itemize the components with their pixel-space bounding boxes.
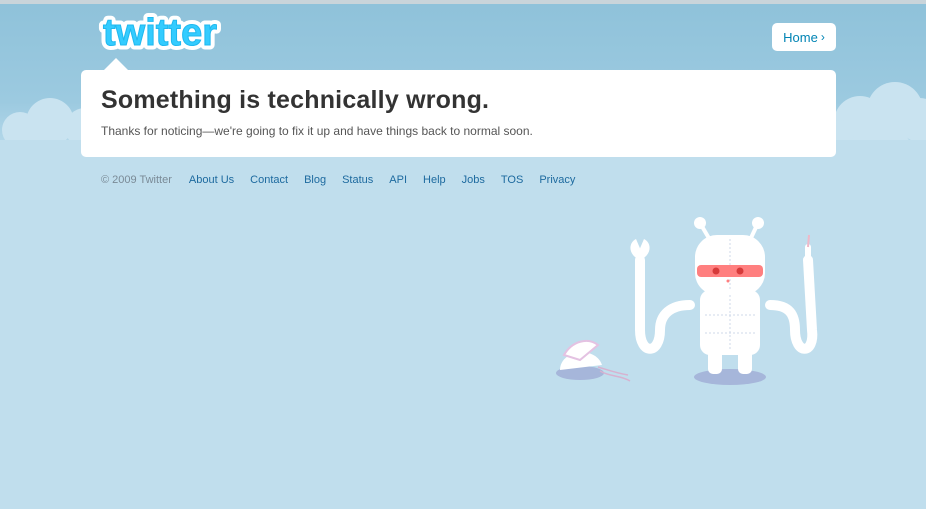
twitter-logo[interactable]: twitter twitter [80,12,240,56]
home-button[interactable]: Home › [772,23,836,51]
copyright: © 2009 Twitter [101,174,172,186]
footer-link-help[interactable]: Help [423,174,446,186]
footer-link-blog[interactable]: Blog [304,174,326,186]
svg-text:twitter: twitter [103,12,217,54]
home-button-label: Home [783,29,818,45]
footer-link-contact[interactable]: Contact [250,174,288,186]
error-message: Thanks for noticing—we're going to fix i… [101,124,533,138]
footer-link-about-us[interactable]: About Us [189,174,234,186]
footer-link-jobs[interactable]: Jobs [462,174,485,186]
footer-link-api[interactable]: API [389,174,407,186]
error-title: Something is technically wrong. [101,86,490,114]
footer-link-status[interactable]: Status [342,174,373,186]
footer-link-privacy[interactable]: Privacy [539,174,575,186]
footer: © 2009 Twitter About Us Contact Blog Sta… [101,173,591,187]
robot-illustration [556,217,818,385]
card-pointer [104,58,128,70]
footer-link-tos[interactable]: TOS [501,174,523,186]
error-card: Something is technically wrong. Thanks f… [81,70,836,157]
chevron-right-icon: › [820,30,825,44]
